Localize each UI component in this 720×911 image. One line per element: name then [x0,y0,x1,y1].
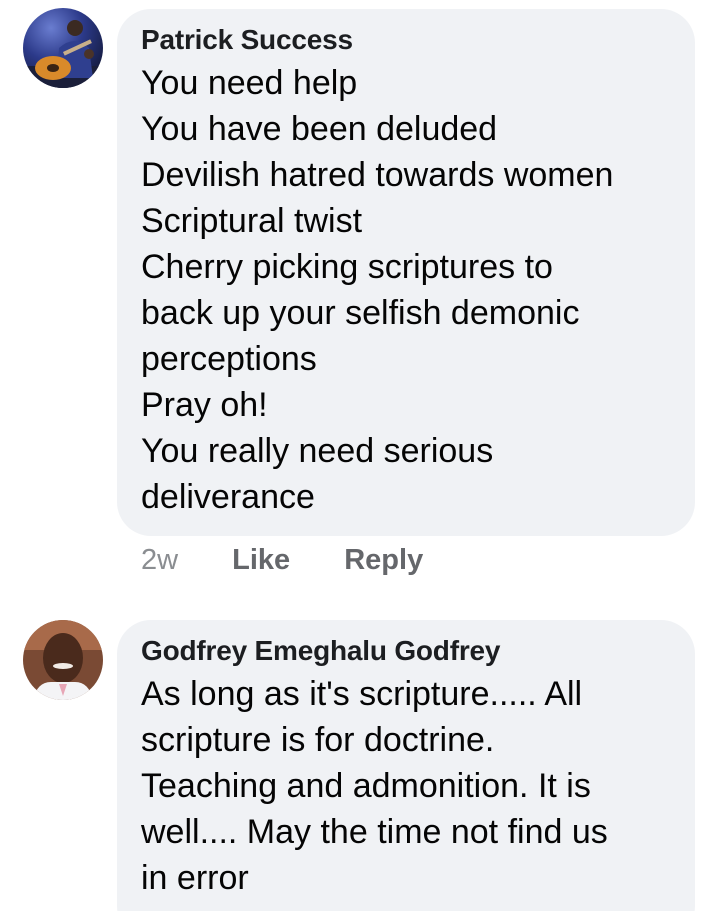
comment-text-line: You need help [141,64,358,102]
comment-text-line: You have been deluded [141,110,498,148]
comment-timestamp[interactable]: 2w [141,543,178,577]
comment-body: As long as it's scripture..... All scrip… [141,671,673,901]
comment-text-line: Scriptural twist [141,202,363,240]
comment-text-line: You really need serious [141,432,494,470]
comment-text-line: deliverance [141,478,315,516]
comment-text-line: Pray oh! [141,386,268,424]
comment-text-line: Devilish hatred towards women [141,156,614,194]
comment-text-line: Cherry picking scriptures to [141,248,553,286]
comment-actions: 2w Like Reply [141,543,423,577]
comment-text-line: well.... May the time not find us [141,813,608,851]
comment-author[interactable]: Godfrey Emeghalu Godfrey [141,634,673,668]
comment-text-line: scripture is for doctrine. [141,721,495,759]
reply-button[interactable]: Reply [344,543,423,577]
comment-text-line: Teaching and admonition. It is [141,767,591,805]
comment-author[interactable]: Patrick Success [141,23,673,57]
comment-bubble: Patrick Success You need help You have b… [117,9,695,536]
like-button[interactable]: Like [232,543,290,577]
avatar-person-photo-icon [23,620,103,700]
comment-text-line: perceptions [141,340,317,378]
avatar[interactable] [23,8,103,88]
avatar[interactable] [23,620,103,700]
avatar-guitarist-photo-icon [23,8,103,88]
comment-text-line: back up your selfish demonic [141,294,580,332]
comment-bubble: Godfrey Emeghalu Godfrey As long as it's… [117,620,695,911]
comment-body: You need help You have been deluded Devi… [141,60,673,520]
comment-text-line: in error [141,859,249,897]
comment-thread: Patrick Success You need help You have b… [0,0,720,911]
comment-text-line: As long as it's scripture..... All [141,675,583,713]
